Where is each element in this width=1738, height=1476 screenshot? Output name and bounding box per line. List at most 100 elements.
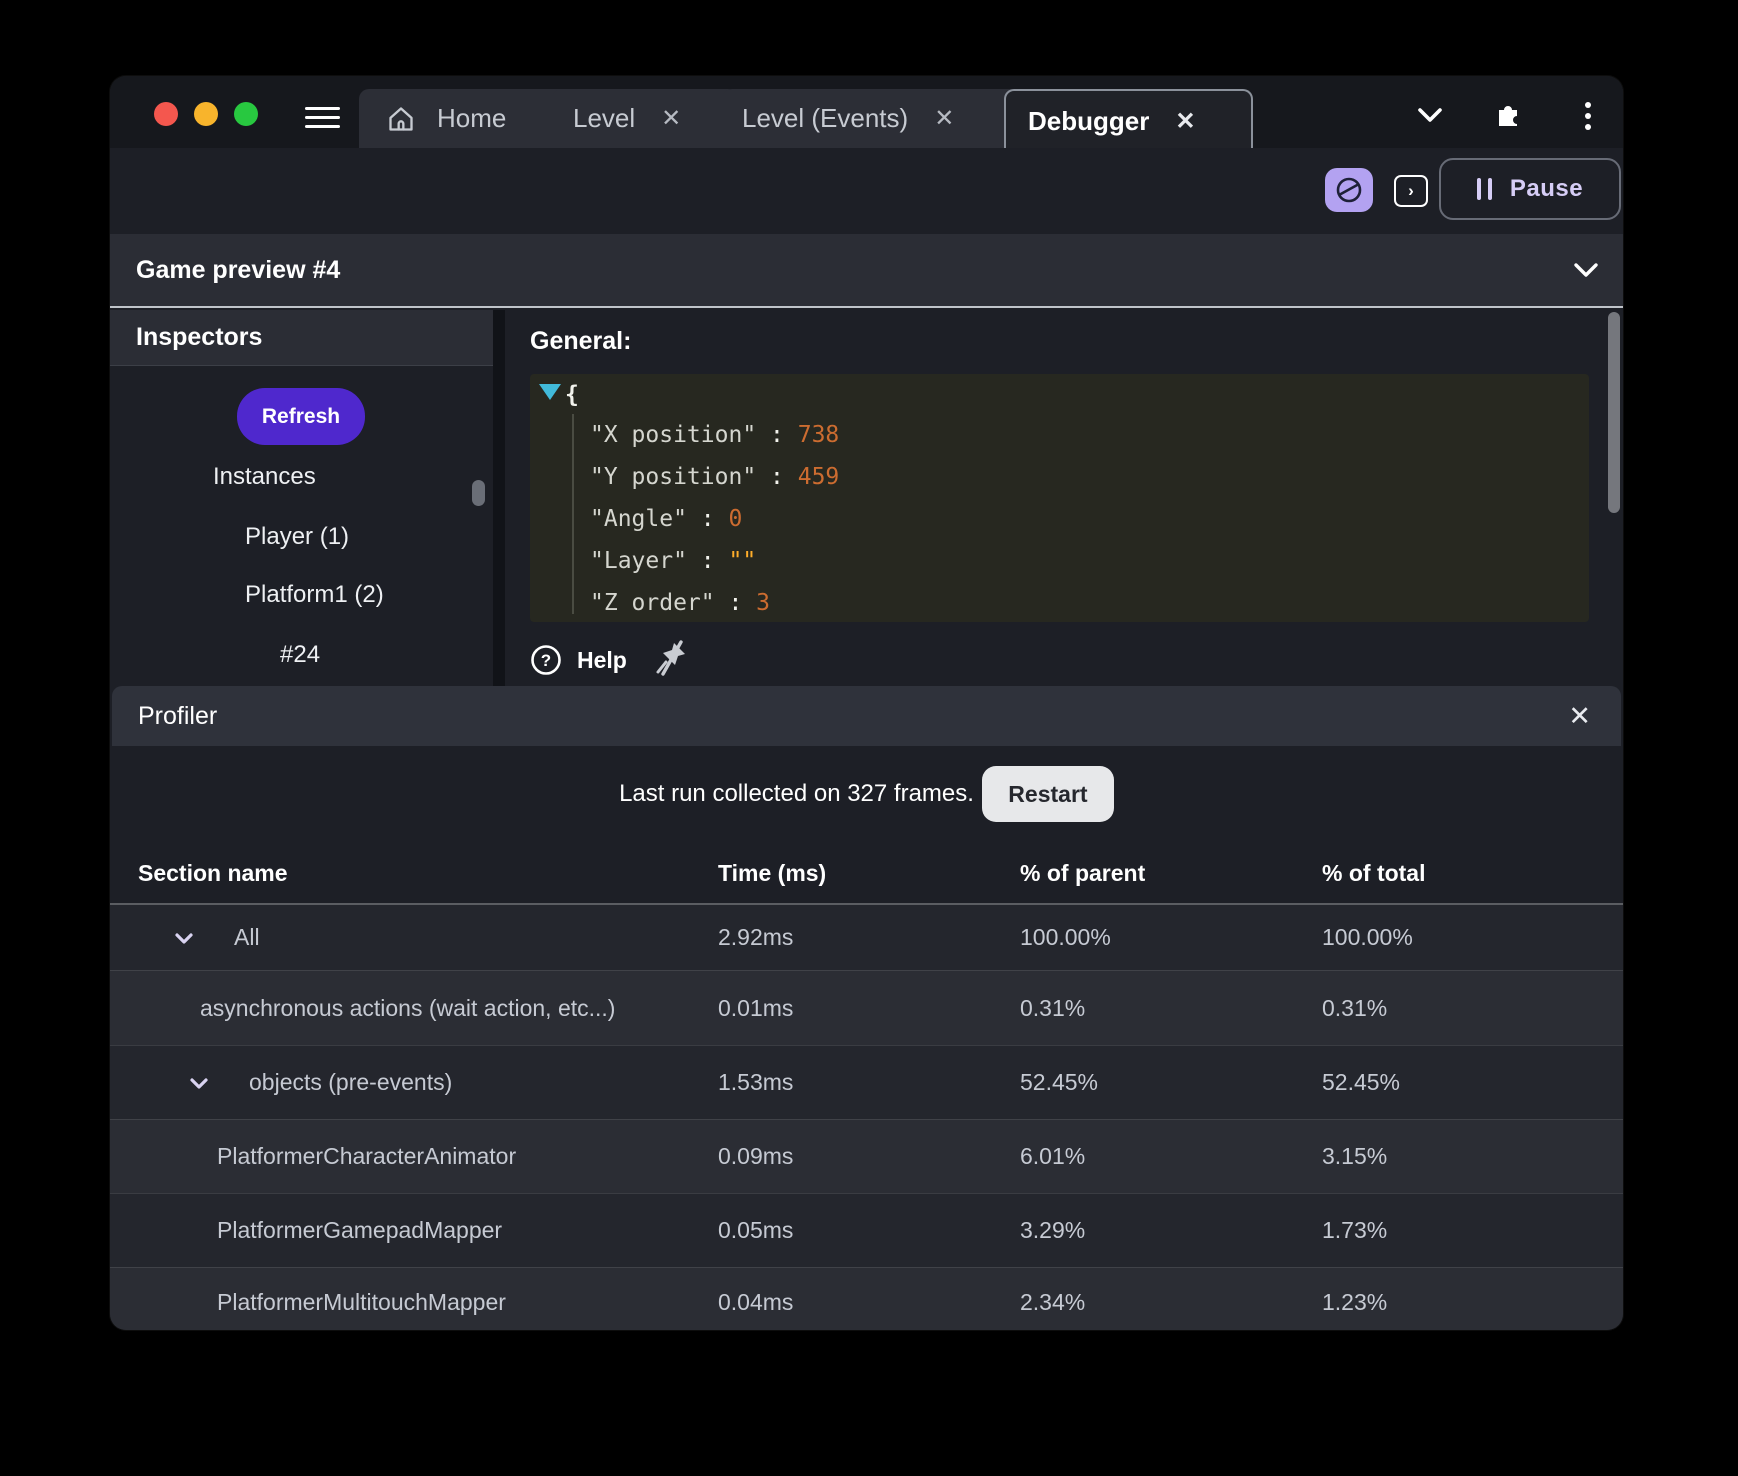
kebab-menu-icon[interactable] [1583, 100, 1593, 132]
percent-total-value: 0.31% [1322, 994, 1388, 1021]
extensions-puzzle-icon[interactable] [1493, 98, 1525, 130]
profiler-table-body: All 2.92ms 100.00% 100.00% asynchronous … [110, 903, 1623, 1330]
percent-total-value: 1.23% [1322, 1289, 1388, 1315]
tab-level[interactable]: Level ✕ [552, 89, 738, 148]
collapse-chevron-icon[interactable] [1573, 261, 1599, 279]
section-name: PlatformerCharacterAnimator [217, 1143, 517, 1169]
profiler-table-row[interactable]: PlatformerCharacterAnimator 0.09ms 6.01%… [110, 1119, 1623, 1193]
help-button[interactable]: ? Help [530, 644, 627, 676]
time-value: 0.04ms [718, 1289, 794, 1315]
close-tab-icon[interactable]: ✕ [661, 106, 681, 131]
profiler-title: Profiler [138, 701, 218, 730]
tab-label: Level [573, 103, 636, 133]
json-inspector: { "X position" : 738 "Y position" : 459 … [530, 374, 1589, 622]
tab-label: Level (Events) [742, 103, 909, 133]
close-tab-icon[interactable]: ✕ [934, 106, 954, 131]
profiler-table-row[interactable]: PlatformerMultitouchMapper 0.04ms 2.34% … [110, 1267, 1623, 1330]
profiler-table-row[interactable]: objects (pre-events) 1.53ms 52.45% 52.45… [110, 1045, 1623, 1119]
percent-parent-value: 2.34% [1020, 1289, 1086, 1315]
column-header-percent-parent: % of parent [1020, 860, 1146, 886]
console-icon: › [1408, 181, 1414, 200]
general-scrollbar[interactable] [1608, 312, 1620, 513]
tab-label: Debugger [1028, 106, 1150, 136]
tab-label: Home [437, 103, 507, 133]
tree-item-player[interactable]: Player (1) [245, 523, 349, 551]
percent-total-value: 100.00% [1322, 924, 1413, 950]
section-name-cell: PlatformerMultitouchMapper [110, 1289, 506, 1316]
section-name: PlatformerMultitouchMapper [217, 1289, 506, 1315]
profiler-gauge-button[interactable] [1325, 168, 1373, 212]
inspectors-header: Inspectors [110, 310, 493, 366]
json-line: "X position" : 738 [590, 422, 840, 448]
percent-parent-value: 3.29% [1020, 1217, 1086, 1243]
general-title: General: [530, 327, 632, 355]
percent-total-value: 52.45% [1322, 1069, 1401, 1095]
tab-level-events[interactable]: Level (Events) ✕ [722, 89, 1022, 148]
debugger-panels: Inspectors Refresh Instances Player (1) … [110, 310, 1623, 686]
time-value: 2.92ms [718, 924, 794, 950]
section-name-cell: PlatformerGamepadMapper [110, 1217, 502, 1244]
profiler-section: Profiler ✕ Last run collected on 327 fra… [110, 686, 1623, 1330]
debugger-toolbar: › Pause [110, 148, 1623, 234]
json-line: "Z order" : 3 [590, 590, 771, 616]
tree-item-instance-24[interactable]: #24 [280, 641, 320, 669]
time-value: 0.01ms [718, 994, 794, 1021]
collapse-triangle-icon[interactable] [539, 384, 561, 400]
json-line: "Y position" : 459 [590, 464, 840, 490]
help-circle-icon: ? [531, 645, 561, 675]
home-icon [389, 106, 413, 131]
section-name-cell: PlatformerCharacterAnimator [110, 1143, 516, 1170]
tree-item-instances[interactable]: Instances [213, 463, 316, 491]
profiler-table-header: Section name Time (ms) % of parent % of … [110, 846, 1623, 903]
pause-label: Pause [1509, 175, 1584, 202]
chevron-down-icon[interactable] [1417, 106, 1443, 124]
percent-parent-value: 52.45% [1020, 1069, 1099, 1095]
unpin-icon[interactable] [654, 640, 688, 680]
zoom-window-button[interactable] [234, 102, 258, 126]
tab-debugger[interactable]: Debugger ✕ [1004, 89, 1253, 152]
time-value: 0.05ms [718, 1217, 794, 1243]
expand-chevron-icon[interactable] [187, 1071, 211, 1095]
column-header-time: Time (ms) [718, 860, 827, 886]
app-window: Home Level ✕ Level (Events) ✕ Debugger ✕ [109, 75, 1624, 1331]
game-preview-title: Game preview #4 [136, 255, 341, 284]
profiler-table-row[interactable]: PlatformerGamepadMapper 0.05ms 3.29% 1.7… [110, 1193, 1623, 1267]
section-name: All [234, 924, 260, 950]
section-name: PlatformerGamepadMapper [217, 1217, 503, 1243]
profiler-table-row[interactable]: asynchronous actions (wait action, etc..… [110, 970, 1623, 1045]
section-name-cell: asynchronous actions (wait action, etc..… [110, 995, 615, 1022]
svg-text:?: ? [541, 651, 551, 670]
close-window-button[interactable] [154, 102, 178, 126]
console-button[interactable]: › [1394, 175, 1428, 207]
gauge-icon [1336, 177, 1362, 203]
percent-parent-value: 0.31% [1020, 994, 1086, 1021]
percent-parent-value: 6.01% [1020, 1143, 1086, 1169]
open-brace: { [565, 382, 579, 408]
profiler-table-row[interactable]: All 2.92ms 100.00% 100.00% [110, 905, 1623, 970]
indent-guide [572, 414, 574, 614]
close-profiler-icon[interactable]: ✕ [1568, 701, 1591, 732]
tab-home[interactable]: Home [359, 89, 573, 148]
profiler-status-text: Last run collected on 327 frames. [619, 780, 974, 807]
percent-total-value: 3.15% [1322, 1143, 1388, 1169]
general-panel: General: { "X position" : 738 "Y positio… [505, 310, 1623, 686]
inspectors-title: Inspectors [136, 323, 263, 351]
json-line: "Layer" : "" [590, 548, 757, 574]
pause-icon [1476, 178, 1492, 200]
game-preview-header[interactable]: Game preview #4 [110, 234, 1623, 308]
column-header-section-name: Section name [138, 860, 288, 886]
time-value: 0.09ms [718, 1143, 794, 1169]
hamburger-menu-icon[interactable] [305, 107, 340, 129]
close-tab-icon[interactable]: ✕ [1175, 109, 1195, 134]
refresh-button[interactable]: Refresh [237, 388, 365, 445]
section-name-cell: objects (pre-events) [110, 1069, 452, 1096]
tree-item-platform1[interactable]: Platform1 (2) [245, 581, 384, 609]
pause-button[interactable]: Pause [1439, 158, 1621, 220]
minimize-window-button[interactable] [194, 102, 218, 126]
inspectors-panel: Inspectors Refresh Instances Player (1) … [110, 310, 493, 686]
section-name: objects (pre-events) [249, 1069, 453, 1095]
time-value: 1.53ms [718, 1069, 794, 1095]
restart-button[interactable]: Restart [981, 766, 1114, 822]
expand-chevron-icon[interactable] [172, 926, 196, 950]
inspectors-scrollbar[interactable] [472, 480, 485, 506]
